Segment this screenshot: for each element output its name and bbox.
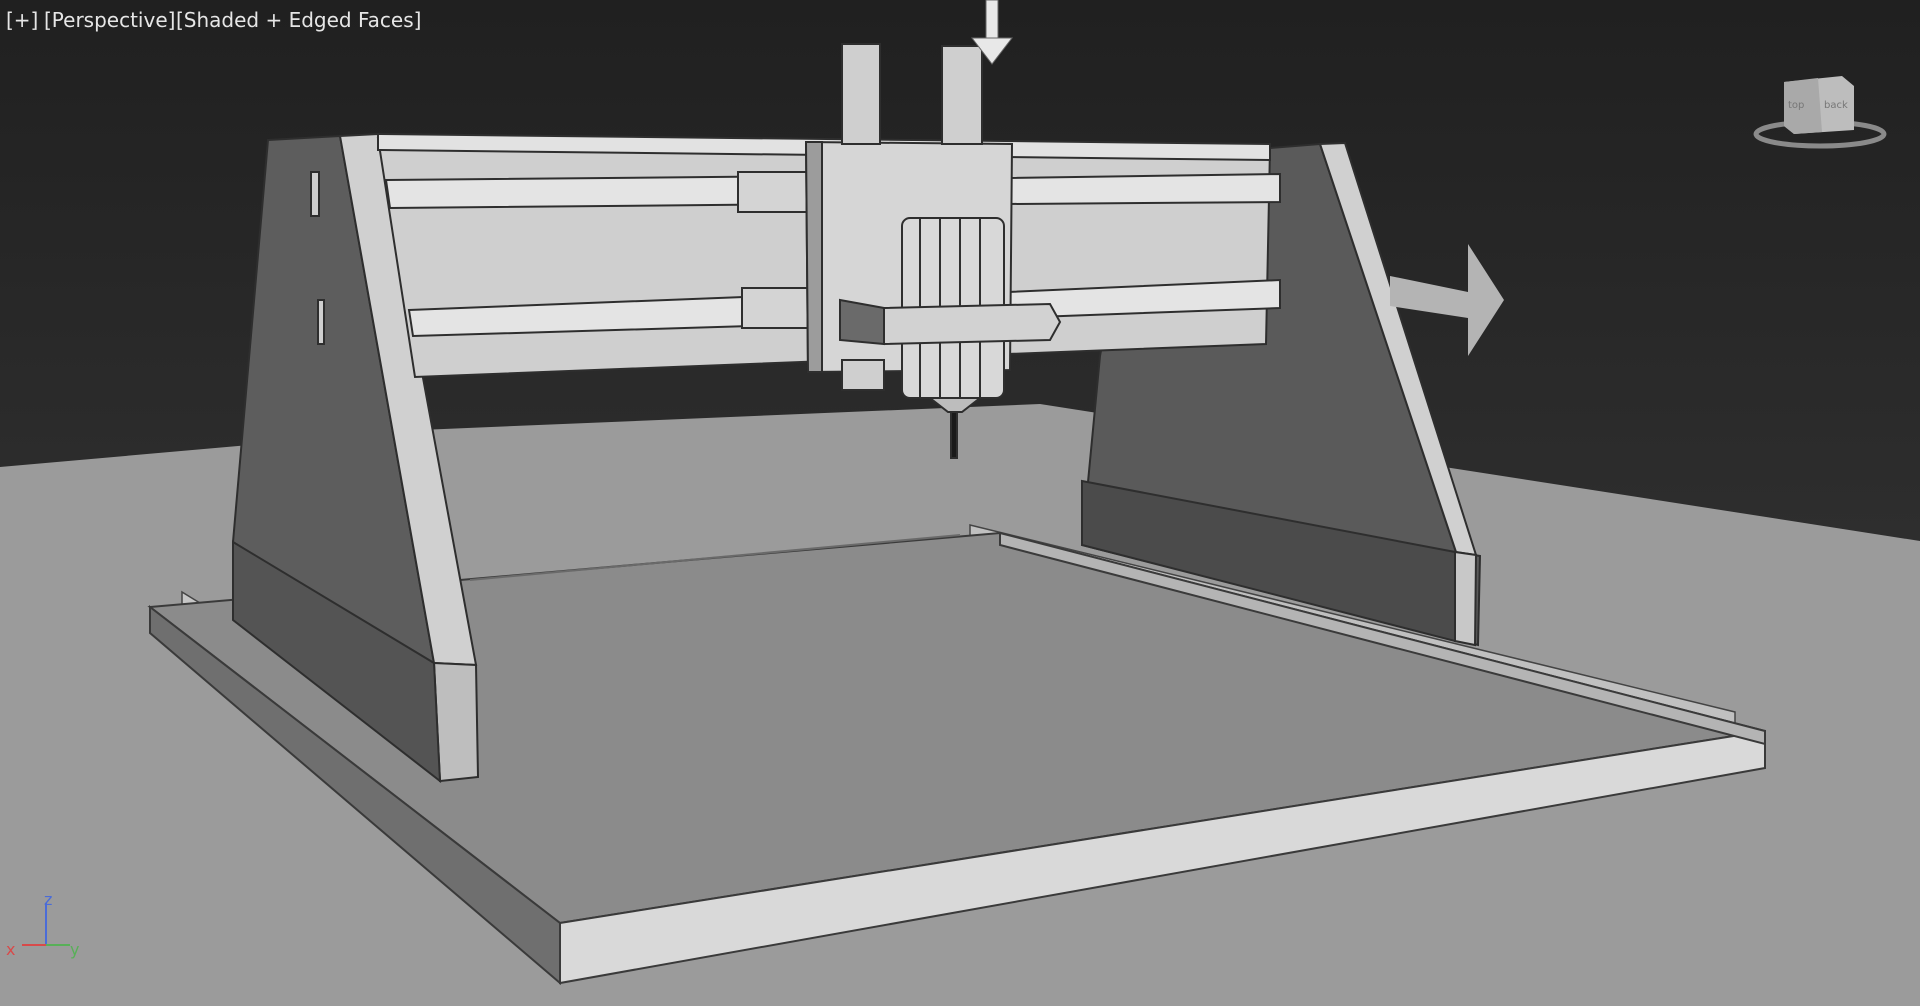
axis-z-label: z [44, 890, 53, 909]
axis-x-label: x [6, 940, 16, 959]
viewcube-icon[interactable]: top back [1750, 64, 1900, 154]
viewcube-face-left[interactable]: top [1788, 100, 1804, 111]
perspective-viewport[interactable]: [+] [Perspective] [Shaded + Edged Faces]… [0, 0, 1920, 1006]
viewport-view-label[interactable]: [Perspective] [44, 8, 175, 32]
axis-y-label: y [70, 940, 80, 959]
scene-render[interactable] [0, 0, 1920, 1006]
viewcube-face-right[interactable]: back [1824, 100, 1848, 111]
viewport-shading-label[interactable]: [Shaded + Edged Faces] [176, 8, 421, 32]
viewport-menu-button[interactable]: [+] [6, 8, 38, 32]
